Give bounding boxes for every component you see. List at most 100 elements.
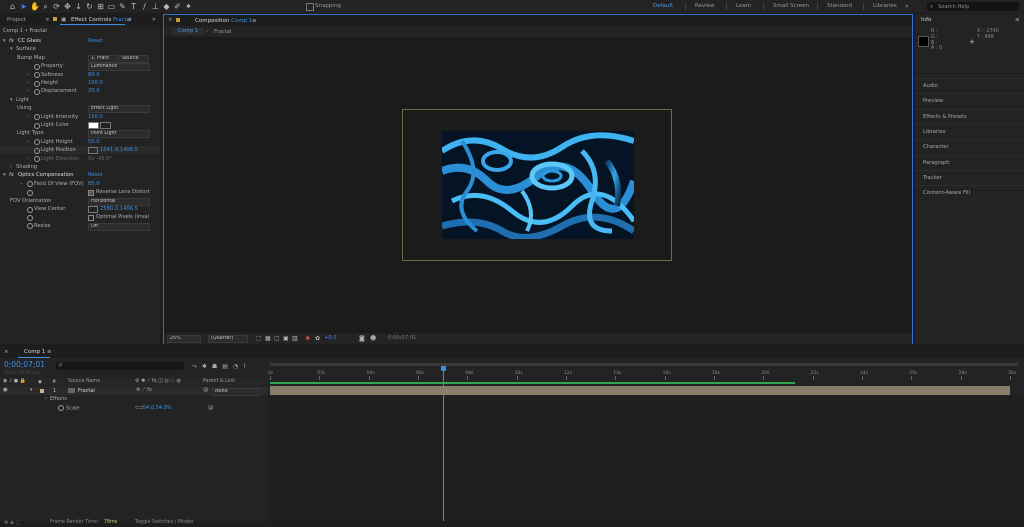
shape-tool-icon[interactable]: ▭: [107, 2, 116, 11]
fast-preview-icon[interactable]: ⬚: [256, 335, 262, 342]
region-of-interest-icon[interactable]: ▣: [283, 335, 289, 342]
crosshair-icon[interactable]: [88, 147, 98, 155]
panel-menu-icon[interactable]: ≡: [252, 18, 257, 24]
property-value[interactable]: 2580.0,1406.5: [100, 205, 138, 213]
parent-dropdown[interactable]: None: [212, 388, 260, 396]
effect-row[interactable]: › Light Intensity 150.0: [0, 113, 160, 121]
expand-triangle-icon[interactable]: ›: [27, 138, 32, 146]
anchor-tool-icon[interactable]: ⊞: [96, 2, 105, 11]
channel-icon[interactable]: ♣: [305, 335, 310, 342]
clone-tool-icon[interactable]: ⊥: [151, 2, 160, 11]
frame-blending-icon[interactable]: ▤: [222, 363, 233, 370]
effect-row[interactable]: › Displacement 20.0: [0, 87, 160, 95]
tab-composition[interactable]: Composition Comp 1: [195, 18, 252, 24]
fx-icon[interactable]: fx: [9, 37, 14, 45]
toggle-switches-modes[interactable]: Toggle Switches / Modes: [135, 520, 194, 525]
resolution-dropdown[interactable]: (Quarter): [208, 335, 248, 343]
effect-row[interactable]: Light Color: [0, 121, 160, 129]
stopwatch-icon[interactable]: [34, 63, 40, 70]
panel-menu-icon[interactable]: ≡: [47, 349, 52, 355]
eraser-tool-icon[interactable]: ◆: [162, 2, 171, 11]
tab-timeline-comp[interactable]: Comp 1: [24, 349, 45, 355]
workspace-default[interactable]: Default: [653, 3, 673, 9]
effect-row[interactable]: Optimal Pixels (Inval: [0, 213, 160, 222]
mask-visibility-icon[interactable]: ▢: [274, 335, 280, 342]
col-parent[interactable]: Parent & Link: [203, 379, 235, 384]
property-value[interactable]: 150.0: [88, 113, 103, 121]
timeline-timecode[interactable]: 0;00;07;01: [4, 360, 45, 369]
draft-3d-icon[interactable]: ✱: [202, 363, 212, 370]
rotate-tool-icon[interactable]: ↻: [85, 2, 94, 11]
close-icon[interactable]: ×: [4, 349, 9, 355]
playhead-handle[interactable]: [441, 366, 447, 371]
stopwatch-icon[interactable]: [27, 214, 33, 221]
viewer-timecode[interactable]: 0;00;07;01: [388, 335, 416, 341]
property-dropdown[interactable]: Off: [88, 222, 150, 231]
property-value[interactable]: Reset: [88, 171, 103, 179]
expand-triangle-icon[interactable]: ›: [10, 163, 15, 171]
panel-menu-icon[interactable]: ≡: [127, 17, 132, 23]
expand-triangle-icon[interactable]: ▾: [30, 387, 33, 393]
panel-content-aware-fill[interactable]: Content-Aware Fill: [915, 185, 1024, 200]
subtab-fractal[interactable]: Fractal: [214, 29, 231, 35]
workspace-learn[interactable]: Learn: [736, 3, 751, 9]
effect-row[interactable]: › Field Of View (FOV) 85.0: [0, 180, 160, 188]
effect-row[interactable]: ▾ Surface: [0, 45, 160, 53]
zoom-tool-icon[interactable]: ⌕: [41, 2, 50, 11]
timeline-graph-area[interactable]: 0s 02s 04s 06s 08s 10s 12s 14s 16s 18s 20s 22s 24s 26…: [268, 358, 1024, 527]
property-value[interactable]: 0x -45.0°: [88, 155, 112, 163]
property-value[interactable]: 50.0: [88, 138, 100, 146]
effect-row[interactable]: View Center 2580.0,1406.5: [0, 205, 160, 213]
help-search[interactable]: ⌕ Search Help: [927, 2, 1019, 11]
expand-triangle-icon[interactable]: ▾: [3, 37, 8, 45]
stopwatch-icon[interactable]: [34, 80, 40, 87]
stopwatch-icon[interactable]: [34, 114, 40, 121]
stopwatch-icon[interactable]: [27, 223, 33, 230]
comp-viewer[interactable]: [442, 131, 634, 239]
layer-name[interactable]: Fractal: [78, 388, 95, 394]
playhead[interactable]: [443, 366, 445, 527]
workspace-overflow-icon[interactable]: »: [905, 3, 909, 10]
stopwatch-icon[interactable]: [58, 405, 64, 411]
pan-tool-icon[interactable]: ✥: [63, 2, 72, 11]
stopwatch-icon[interactable]: [27, 181, 33, 188]
show-snapshot-icon[interactable]: ☻: [370, 335, 376, 342]
expand-triangle-icon[interactable]: ›: [27, 113, 32, 121]
panel-libraries[interactable]: Libraries: [915, 123, 1024, 139]
panel-tracker[interactable]: Tracker: [915, 169, 1024, 185]
effect-row[interactable]: ▾ fx Optics Compensation Reset: [0, 171, 160, 179]
color-management-icon[interactable]: ✿: [315, 335, 320, 342]
pickwhip-icon[interactable]: @: [203, 387, 209, 393]
panel-paragraph[interactable]: Paragraph: [915, 154, 1024, 170]
panel-audio[interactable]: Audio: [915, 78, 1024, 93]
exposure-value[interactable]: +0.0: [324, 335, 337, 341]
scale-row[interactable]: Scale ⊂⊃ 54.0,54.0% @: [58, 405, 268, 413]
effect-row[interactable]: ✓ Reverse Lens Distort: [0, 188, 160, 197]
panel-menu-icon[interactable]: ≡: [1015, 17, 1020, 23]
tab-effect-controls[interactable]: Effect Controls Fractal: [71, 17, 132, 23]
stopwatch-icon[interactable]: [34, 156, 40, 163]
workspace-small-screen[interactable]: Small Screen: [773, 3, 809, 9]
effect-row[interactable]: › Light Direction 0x -45.0°: [0, 155, 160, 163]
effect-row[interactable]: Bump Map 1. Fract Source: [0, 54, 160, 63]
crosshair-icon[interactable]: [88, 206, 98, 213]
close-icon[interactable]: ×: [168, 17, 173, 23]
expand-triangle-icon[interactable]: ›: [20, 180, 25, 188]
roto-tool-icon[interactable]: ✐: [173, 2, 182, 11]
work-area-bar[interactable]: [270, 382, 796, 384]
brush-tool-icon[interactable]: /: [140, 2, 149, 11]
effect-row[interactable]: Using Effect Light: [0, 104, 160, 114]
snapping-checkbox[interactable]: [306, 3, 314, 11]
expand-triangle-icon[interactable]: ▾: [10, 96, 15, 104]
lock-icon[interactable]: [53, 17, 57, 21]
expand-triangle-icon[interactable]: ›: [27, 71, 32, 79]
workspace-libraries[interactable]: Libraries: [873, 3, 897, 9]
lock-icon[interactable]: [176, 18, 180, 22]
workspace-standard[interactable]: Standard: [827, 3, 852, 9]
shy-layers-icon[interactable]: ☗: [212, 363, 222, 370]
property-value[interactable]: 80.0: [88, 71, 100, 79]
stopwatch-icon[interactable]: [34, 72, 40, 79]
stopwatch-icon[interactable]: [34, 147, 40, 154]
effect-row[interactable]: › Softness 80.0: [0, 71, 160, 79]
property-value[interactable]: 20.0: [88, 87, 100, 95]
